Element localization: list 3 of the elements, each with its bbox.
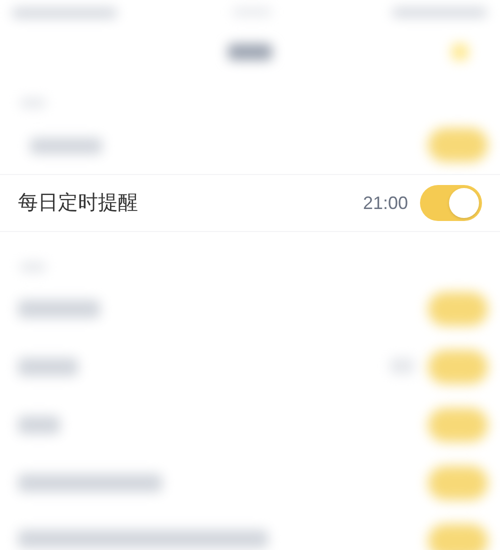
reminder-time[interactable]: 21:00 xyxy=(362,190,408,216)
toggle-switch[interactable] xyxy=(420,185,482,221)
reminder-label: 每日定时提醒 xyxy=(18,191,138,216)
